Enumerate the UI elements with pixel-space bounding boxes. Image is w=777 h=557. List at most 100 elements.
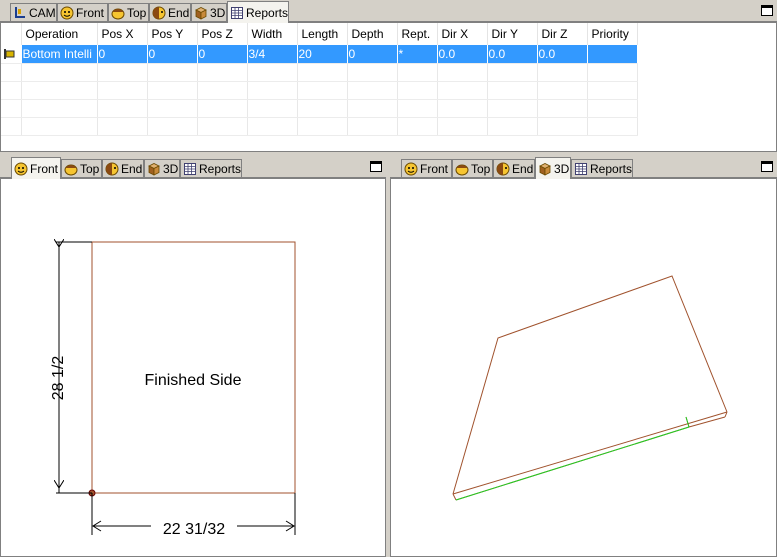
maximize-button[interactable] xyxy=(370,161,382,172)
machined-edge xyxy=(455,426,690,501)
row-indicator-header xyxy=(1,23,22,45)
end-view-icon xyxy=(152,6,166,20)
tab-label: End xyxy=(512,161,534,176)
grid-cell[interactable]: 3/4 xyxy=(247,45,298,64)
tab-reports[interactable]: Reports xyxy=(571,159,633,177)
grid-cell[interactable]: 0 xyxy=(147,45,198,64)
grid-cell[interactable]: Bottom Intelli xyxy=(21,45,98,64)
tab-label: Reports xyxy=(590,161,633,176)
grid-cell[interactable]: 20 xyxy=(297,45,348,64)
left-view-pane: Front Top End 3D Reports 28 1/2 22 31/32… xyxy=(0,156,386,557)
maximize-button[interactable] xyxy=(761,5,773,16)
operation-type-icon xyxy=(4,49,15,60)
top-view-icon xyxy=(455,162,469,176)
tab-label: Top xyxy=(127,5,147,20)
height-dimension-label: 28 1/2 xyxy=(50,356,67,401)
tab-label: CAM xyxy=(29,5,56,20)
tab-top[interactable]: Top xyxy=(61,159,102,177)
3d-view-icon xyxy=(194,6,208,20)
tab-end[interactable]: End xyxy=(149,3,191,21)
tab-reports[interactable]: Reports xyxy=(227,1,289,23)
tab-label: End xyxy=(168,5,190,20)
width-dimension-label: 22 31/32 xyxy=(163,521,225,538)
front-view-icon xyxy=(60,6,74,20)
cam-icon xyxy=(13,6,27,20)
reports-icon xyxy=(574,162,588,176)
tab-front[interactable]: Front xyxy=(401,159,452,177)
table-row[interactable]: Bottom Intelli 0 0 0 3/4 20 0 * 0.0 0.0 … xyxy=(1,45,638,64)
tab-front[interactable]: Front xyxy=(11,157,61,179)
grid-cell[interactable]: 0 xyxy=(197,45,248,64)
maximize-button[interactable] xyxy=(761,161,773,172)
operations-grid-area: Operation Pos X Pos Y Pos Z Width Length… xyxy=(0,22,777,152)
tab-3d[interactable]: 3D xyxy=(535,157,571,179)
column-header[interactable]: Dir X xyxy=(437,23,488,45)
face-label: Finished Side xyxy=(145,372,242,389)
tab-label: Front xyxy=(30,161,59,176)
tab-cam[interactable]: CAM xyxy=(10,3,57,21)
tab-front[interactable]: Front xyxy=(57,3,108,21)
column-header[interactable]: Pos Y xyxy=(147,23,198,45)
grid-cell[interactable] xyxy=(587,45,638,64)
top-pane: CAM Front Top End 3D Reports Operation P… xyxy=(0,0,777,152)
end-view-icon xyxy=(496,162,510,176)
column-header[interactable]: Operation xyxy=(21,23,98,45)
column-header[interactable]: Depth xyxy=(347,23,398,45)
top-view-icon xyxy=(111,6,125,20)
column-header[interactable]: Dir Y xyxy=(487,23,538,45)
left-tab-bar: Front Top End 3D Reports xyxy=(0,156,386,179)
grid-cell[interactable]: 0.0 xyxy=(537,45,588,64)
tab-label: Top xyxy=(471,161,491,176)
table-row xyxy=(1,99,638,118)
tab-label: Front xyxy=(76,5,105,20)
tab-end[interactable]: End xyxy=(493,159,535,177)
tab-label: 3D xyxy=(163,161,179,176)
operations-grid: Operation Pos X Pos Y Pos Z Width Length… xyxy=(1,23,638,136)
right-view-pane: Front Top End 3D Reports xyxy=(390,156,777,557)
tab-label: End xyxy=(121,161,143,176)
tab-3d[interactable]: 3D xyxy=(144,159,180,177)
tab-3d[interactable]: 3D xyxy=(191,3,227,21)
3d-part-wireframe[interactable] xyxy=(452,275,728,501)
grid-cell[interactable]: * xyxy=(397,45,438,64)
column-header[interactable]: Pos Z xyxy=(197,23,248,45)
front-view-drawing: 28 1/2 22 31/32 Finished Side xyxy=(50,179,296,538)
tab-end[interactable]: End xyxy=(102,159,144,177)
3d-view-icon xyxy=(147,162,161,176)
grid-header-row: Operation Pos X Pos Y Pos Z Width Length… xyxy=(1,23,638,45)
grid-cell[interactable]: 0 xyxy=(97,45,148,64)
grid-cell[interactable]: 0.0 xyxy=(437,45,488,64)
tab-label: Top xyxy=(80,161,100,176)
column-header[interactable]: Dir Z xyxy=(537,23,588,45)
tab-top[interactable]: Top xyxy=(108,3,149,21)
row-indicator[interactable] xyxy=(1,45,22,64)
front-view-icon xyxy=(14,162,28,176)
column-header[interactable]: Pos X xyxy=(97,23,148,45)
tab-label: 3D xyxy=(210,5,226,20)
tab-label: 3D xyxy=(554,161,570,176)
table-row xyxy=(1,63,638,82)
tab-label: Front xyxy=(420,161,449,176)
column-header[interactable]: Priority xyxy=(587,23,638,45)
tab-reports[interactable]: Reports xyxy=(180,159,242,177)
front-view-canvas[interactable]: 28 1/2 22 31/32 Finished Side xyxy=(0,178,386,557)
grid-cell[interactable]: 0 xyxy=(347,45,398,64)
table-row xyxy=(1,81,638,100)
end-view-icon xyxy=(105,162,119,176)
3d-view-icon xyxy=(538,162,552,176)
machined-edge xyxy=(685,416,690,428)
right-tab-bar: Front Top End 3D Reports xyxy=(390,156,777,179)
column-header[interactable]: Rept. xyxy=(397,23,438,45)
part-outline[interactable] xyxy=(91,241,296,494)
top-view-icon xyxy=(64,162,78,176)
column-header[interactable]: Length xyxy=(297,23,348,45)
3d-view-canvas[interactable] xyxy=(390,178,777,557)
tab-label: Reports xyxy=(246,5,289,20)
3d-view-drawing xyxy=(452,275,728,501)
column-header[interactable]: Width xyxy=(247,23,298,45)
table-row xyxy=(1,117,638,136)
reports-icon xyxy=(183,162,197,176)
tab-top[interactable]: Top xyxy=(452,159,493,177)
tab-label: Reports xyxy=(199,161,242,176)
grid-cell[interactable]: 0.0 xyxy=(487,45,538,64)
